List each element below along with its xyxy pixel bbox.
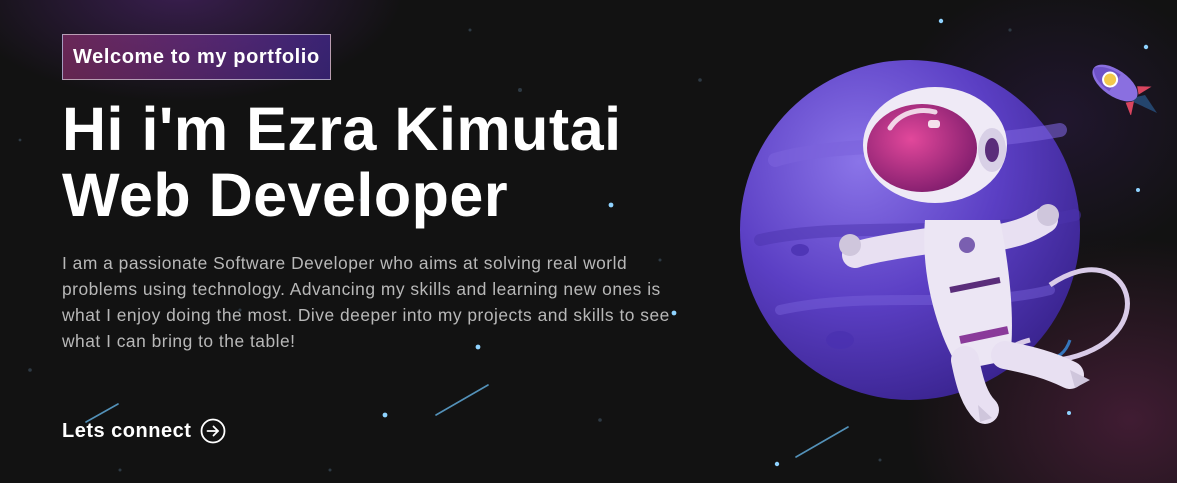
- connect-button-label: Lets connect: [62, 419, 192, 442]
- connect-button[interactable]: Lets connect: [62, 418, 226, 444]
- rocket-icon: [1092, 64, 1157, 115]
- headline-name: Hi i'm Ezra Kimutai: [62, 95, 622, 163]
- tagline-badge: Welcome to my portfolio: [62, 34, 331, 80]
- page-title: Hi i'm Ezra Kimutai Web Developer: [62, 96, 622, 228]
- intro-paragraph: I am a passionate Software Developer who…: [62, 253, 670, 351]
- hero-banner: Welcome to my portfolio Hi i'm Ezra Kimu…: [0, 0, 1177, 483]
- headline-role: Web Developer: [62, 161, 509, 229]
- arrow-right-circle-icon: [200, 418, 226, 444]
